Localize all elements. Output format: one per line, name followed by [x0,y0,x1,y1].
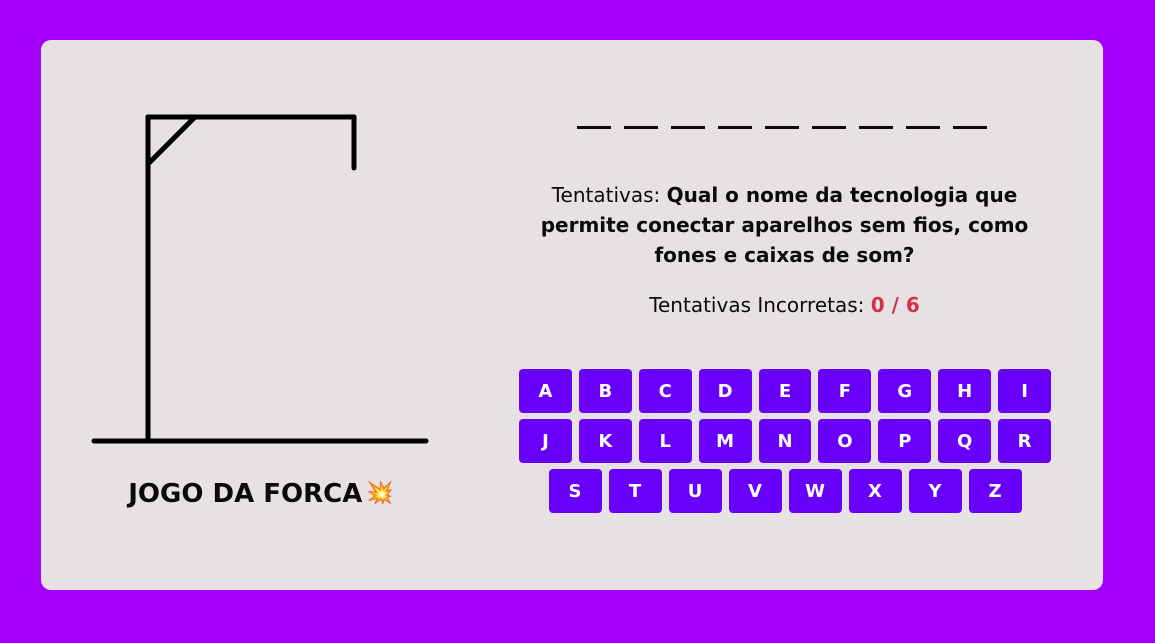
key-e[interactable]: E [758,369,812,413]
keyboard-row: STUVWXYZ [519,469,1051,513]
key-k[interactable]: K [578,419,632,463]
letter-keyboard: ABCDEFGHI JKLMNOPQR STUVWXYZ [519,369,1052,519]
letter-slot [577,126,611,129]
key-w[interactable]: W [788,469,842,513]
key-o[interactable]: O [818,419,872,463]
key-a[interactable]: A [519,369,572,413]
key-u[interactable]: U [668,469,722,513]
key-t[interactable]: T [608,469,662,513]
key-h[interactable]: H [938,369,992,413]
key-n[interactable]: N [758,419,812,463]
key-l[interactable]: L [638,419,692,463]
key-x[interactable]: X [848,469,902,513]
key-q[interactable]: Q [938,419,992,463]
letter-slot [718,126,752,129]
letter-slot [906,126,940,129]
hint-label: Tentativas: [551,183,661,207]
game-title-text: JOGO DA FORCA [128,479,363,509]
key-f[interactable]: F [818,369,872,413]
key-g[interactable]: G [878,369,932,413]
letter-slot [812,126,846,129]
gallows-brace [145,114,198,167]
letter-slot [765,126,799,129]
letter-slot [859,126,893,129]
key-y[interactable]: Y [908,469,962,513]
key-b[interactable]: B [578,369,632,413]
key-c[interactable]: C [638,369,692,413]
key-d[interactable]: D [698,369,752,413]
key-i[interactable]: I [998,369,1052,413]
keyboard-row: JKLMNOPQR [519,419,1052,463]
gallows-drawing [91,114,429,444]
incorrect-attempts-label: Tentativas Incorretas: [649,293,865,317]
game-card: JOGO DA FORCA 💥 Tentativas: Qual o nome d… [41,40,1103,590]
key-r[interactable]: R [998,419,1052,463]
word-display [577,126,987,129]
keyboard-row: ABCDEFGHI [519,369,1052,413]
letter-slot [671,126,705,129]
letter-slot [953,126,987,129]
key-z[interactable]: Z [968,469,1022,513]
incorrect-attempts-count: 0 / 6 [870,293,920,317]
key-m[interactable]: M [698,419,752,463]
explosion-icon: 💥 [366,481,394,506]
hint: Tentativas: Qual o nome da tecnologia qu… [511,180,1058,270]
key-j[interactable]: J [519,419,572,463]
incorrect-attempts: Tentativas Incorretas: 0 / 6 [511,290,1058,320]
key-s[interactable]: S [548,469,602,513]
game-title: JOGO DA FORCA 💥 [41,479,481,509]
key-p[interactable]: P [878,419,932,463]
key-v[interactable]: V [728,469,782,513]
letter-slot [624,126,658,129]
